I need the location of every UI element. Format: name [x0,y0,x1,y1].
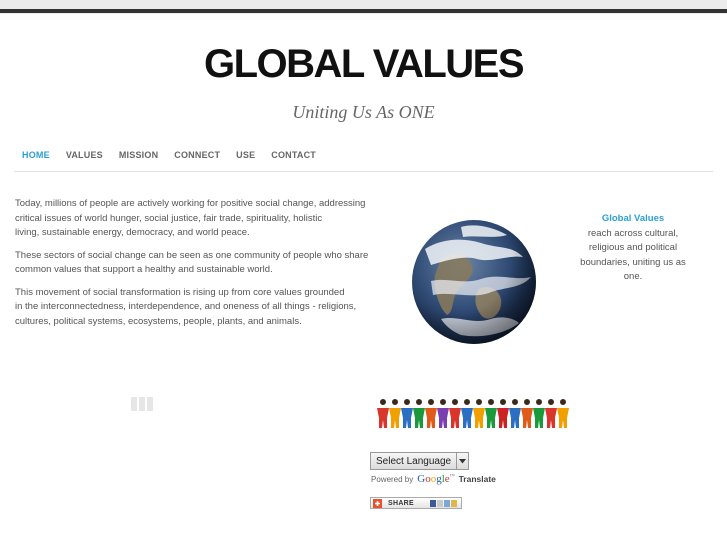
earth-globe-image [412,220,536,344]
nav-item-home[interactable]: HOME [22,150,50,160]
person-figure [557,399,569,428]
top-bar-stripe [0,9,727,13]
sidebar-blurb: Global Values reach across cultural, rel… [572,212,694,285]
paragraph-line: in the interconnectedness, interdependen… [15,301,357,312]
paragraph-line: cultures, political systems, ecosystems,… [15,315,302,327]
paragraph-line: These sectors of social change can be se… [15,249,369,261]
language-select[interactable]: Select Language [370,452,470,470]
main-content: Today, millions of people are actively w… [15,197,380,337]
sidebar-highlight: Global Values [601,213,665,224]
paragraph-line: living, sustainable energy, democracy, a… [15,227,250,238]
person-figure [473,399,485,428]
person-figure [377,399,389,428]
person-figure [509,399,521,428]
paragraph-line: common values that support a healthy and… [15,264,273,275]
person-figure [413,399,425,428]
sidebar-line: religious and political [588,242,678,253]
share-plus-icon [372,498,382,508]
sidebar-line: reach across cultural, [587,227,679,239]
loading-bars-icon [131,397,153,411]
language-select-label[interactable]: Select Language [370,452,457,470]
google-translate-credit: Powered by Google™ Translate [371,473,496,485]
person-figure [389,399,401,428]
sidebar-line: one. [623,271,643,282]
main-nav: HOME VALUES MISSION CONNECT USE CONTACT [22,150,332,160]
chevron-down-icon[interactable] [456,452,470,470]
nav-item-mission[interactable]: MISSION [119,150,158,160]
share-label: SHARE [388,499,415,507]
person-figure [485,399,497,428]
paragraph-line: This movement of social transformation i… [15,286,345,298]
nav-item-contact[interactable]: CONTACT [271,150,316,160]
share-service-icons [430,499,457,507]
paragraph-line: Today, millions of people are actively w… [15,198,366,209]
person-figure [461,399,473,428]
nav-item-use[interactable]: USE [236,150,255,160]
translate-label: Translate [458,474,496,484]
paragraph-line: critical issues of world hunger, social … [15,212,323,224]
people-chain-image [377,399,569,428]
nav-item-connect[interactable]: CONNECT [174,150,220,160]
person-figure [545,399,557,428]
share-button[interactable]: SHARE [370,497,462,509]
community-paragraph: These sectors of social change can be se… [15,249,380,278]
person-figure [425,399,437,428]
intro-paragraph: Today, millions of people are actively w… [15,197,380,241]
person-figure [437,399,449,428]
sidebar-line: boundaries, uniting us as [580,256,686,268]
site-tagline: Uniting Us As ONE [292,102,435,122]
top-bar [0,0,727,14]
person-figure [497,399,509,428]
google-logo[interactable]: Google™ [417,473,454,485]
nav-item-values[interactable]: VALUES [66,150,103,160]
person-figure [521,399,533,428]
person-figure [533,399,545,428]
person-figure [449,399,461,428]
nav-divider [14,171,713,172]
person-figure [401,399,413,428]
site-title[interactable]: GLOBAL VALUES [0,42,727,87]
movement-paragraph: This movement of social transformation i… [15,286,380,330]
powered-by-label: Powered by [371,474,414,484]
